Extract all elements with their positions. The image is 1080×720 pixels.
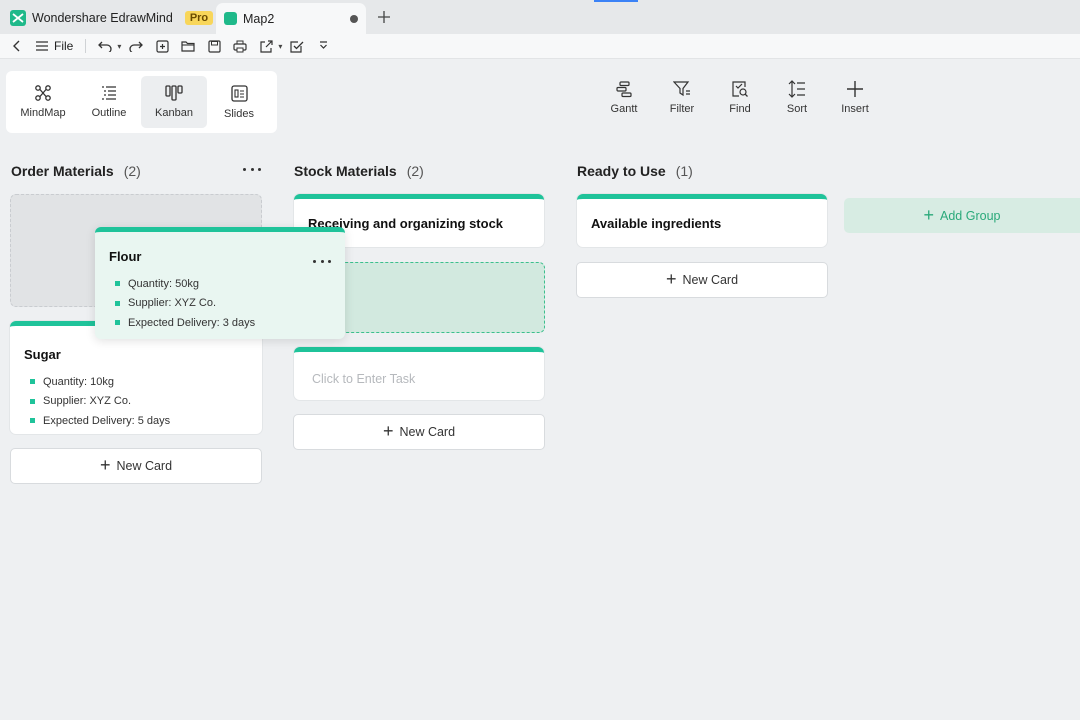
document-tab[interactable]: Map2 [216, 3, 366, 34]
find-icon [732, 81, 748, 97]
gantt-icon [616, 81, 632, 98]
filter-icon [673, 81, 690, 97]
sort-button[interactable]: Sort [775, 80, 819, 124]
card-new-task[interactable]: Click to Enter Task [294, 347, 544, 400]
add-group-label: Add Group [940, 208, 1001, 223]
filter-label: Filter [669, 103, 695, 115]
new-card-button[interactable]: + New Card [576, 262, 828, 298]
new-card-label: New Card [116, 459, 173, 473]
slides-icon [230, 84, 248, 102]
new-card-label: New Card [682, 273, 739, 287]
new-card-button[interactable]: + New Card [293, 414, 545, 450]
card-title: Sugar [24, 347, 61, 362]
column-more-icon[interactable] [243, 162, 261, 176]
insert-button[interactable]: Insert [833, 80, 877, 124]
filter-button[interactable]: Filter [660, 80, 704, 124]
more-tools-chevron-icon[interactable] [312, 36, 334, 56]
window-accent-bar [594, 0, 638, 2]
view-kanban-label: Kanban [155, 107, 193, 119]
print-icon[interactable] [229, 36, 251, 56]
insert-label: Insert [841, 103, 869, 115]
column-count: (2) [406, 163, 424, 179]
card-bullet: Quantity: 50kg [115, 274, 255, 294]
quick-toolbar: File ▾ ▾ [0, 34, 1080, 59]
app-tab[interactable]: Wondershare EdrawMind Pro [4, 3, 219, 32]
find-button[interactable]: Find [718, 80, 762, 124]
open-folder-icon[interactable] [177, 36, 199, 56]
view-slides-label: Slides [224, 107, 254, 120]
new-card-label: New Card [399, 425, 456, 439]
title-bar: Wondershare EdrawMind Pro Map2 [0, 0, 1080, 34]
unsaved-dot-icon[interactable] [350, 14, 358, 23]
file-menu-button[interactable]: File [32, 39, 77, 53]
gantt-button[interactable]: Gantt [602, 80, 646, 124]
plus-icon: + [665, 269, 677, 289]
document-tab-title: Map2 [243, 11, 275, 26]
gantt-label: Gantt [610, 103, 638, 115]
new-tab-icon[interactable] [376, 9, 392, 25]
plus-icon: + [923, 204, 935, 225]
card-bullet-list: Quantity: 50kg Supplier: XYZ Co. Expecte… [115, 274, 255, 333]
view-switcher: MindMap Outline Kanban Slides [6, 71, 277, 133]
card-title: Available ingredients [591, 216, 722, 231]
undo-icon[interactable] [94, 36, 116, 56]
insert-icon [847, 81, 863, 97]
card-title: Flour [109, 249, 142, 264]
app-name: Wondershare EdrawMind [32, 10, 173, 25]
edrawmind-logo-icon [10, 9, 26, 26]
card-bullet: Supplier: XYZ Co. [115, 294, 255, 314]
sort-icon [788, 80, 805, 98]
view-outline-label: Outline [91, 107, 127, 119]
card-bullet: Expected Delivery: 3 days [115, 313, 255, 333]
new-card-button[interactable]: + New Card [10, 448, 262, 484]
card-bullet-list: Quantity: 10kg Supplier: XYZ Co. Expecte… [30, 372, 170, 431]
outline-icon [102, 86, 116, 100]
view-mindmap-label: MindMap [20, 107, 66, 119]
new-file-icon[interactable] [151, 36, 173, 56]
task-input-placeholder[interactable]: Click to Enter Task [312, 372, 415, 386]
task-check-icon[interactable] [286, 36, 308, 56]
save-icon[interactable] [203, 36, 225, 56]
card-bullet: Supplier: XYZ Co. [30, 392, 170, 412]
card-bullet: Expected Delivery: 5 days [30, 411, 170, 431]
column-header-ready-to-use[interactable]: Ready to Use (1) [577, 162, 693, 180]
column-title: Ready to Use [577, 163, 666, 179]
plus-icon: + [99, 455, 111, 475]
sort-label: Sort [786, 103, 808, 115]
pro-badge[interactable]: Pro [184, 10, 214, 25]
column-count: (1) [675, 163, 693, 179]
view-kanban-button[interactable]: Kanban [141, 76, 207, 128]
hamburger-icon [36, 41, 48, 51]
card-flour-dragging[interactable]: Flour Quantity: 50kg Supplier: XYZ Co. E… [95, 227, 345, 339]
mindmap-icon [35, 85, 51, 101]
export-icon[interactable] [255, 36, 277, 56]
back-icon[interactable] [6, 36, 28, 56]
view-mindmap-button[interactable]: MindMap [10, 76, 76, 128]
plus-icon: + [382, 421, 394, 441]
toolbar-divider [85, 39, 87, 53]
column-title: Order Materials [11, 163, 114, 179]
find-label: Find [729, 103, 751, 115]
add-group-button[interactable]: + Add Group [844, 198, 1080, 233]
redo-icon[interactable] [125, 36, 147, 56]
column-count: (2) [123, 163, 141, 179]
undo-dropdown-icon[interactable]: ▾ [117, 42, 121, 51]
file-menu-label: File [54, 39, 74, 53]
view-outline-button[interactable]: Outline [76, 76, 142, 128]
document-icon [224, 12, 237, 25]
card-more-icon[interactable] [313, 254, 331, 268]
column-header-order-materials[interactable]: Order Materials (2) [11, 162, 141, 180]
export-dropdown-icon[interactable]: ▾ [278, 42, 282, 51]
card-available-ingredients[interactable]: Available ingredients [577, 194, 827, 247]
view-slides-button[interactable]: Slides [206, 76, 272, 128]
card-bullet: Quantity: 10kg [30, 372, 170, 392]
kanban-icon [165, 85, 183, 101]
column-header-stock-materials[interactable]: Stock Materials (2) [294, 162, 424, 180]
column-title: Stock Materials [294, 163, 397, 179]
